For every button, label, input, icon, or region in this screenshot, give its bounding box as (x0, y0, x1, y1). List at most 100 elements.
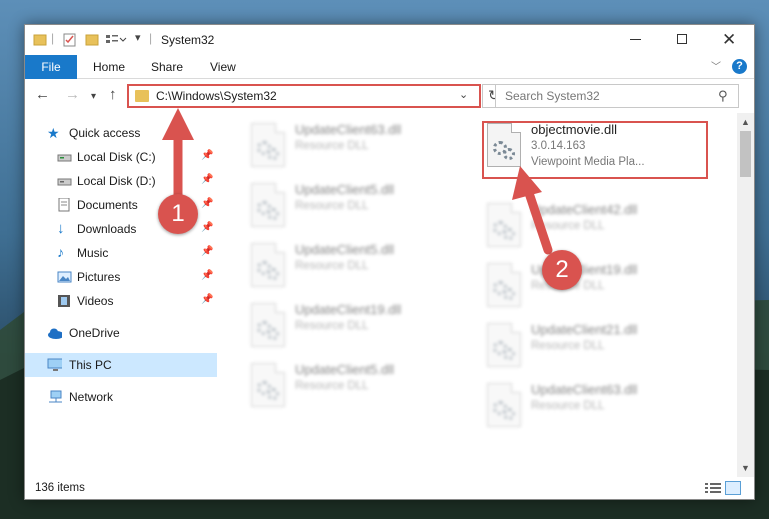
title-bar: | ▾ | System32 ✕ (25, 25, 754, 55)
scroll-up-icon[interactable]: ▲ (741, 117, 750, 127)
toolbar-divider: | (51, 31, 55, 45)
pin-icon[interactable]: 📌 (201, 174, 213, 185)
back-arrow-icon[interactable]: ← (35, 87, 50, 103)
videos-icon (58, 295, 70, 307)
pin-icon[interactable]: 📌 (201, 246, 213, 257)
close-button[interactable]: ✕ (705, 25, 751, 55)
highlight-box (482, 121, 708, 179)
tab-view[interactable]: View (210, 55, 236, 79)
sidebar-item-network[interactable]: Network (25, 385, 217, 409)
item-count: 136 items (35, 482, 85, 494)
chevron-down-icon[interactable]: ⌄ (459, 88, 468, 101)
sidebar-item-label: Documents (77, 198, 138, 212)
sidebar-item-local-disk-d[interactable]: Local Disk (D:) 📌 (25, 169, 217, 193)
file-name: UpdateClient42.dll (531, 202, 638, 217)
step-1-badge: 1 (158, 194, 198, 234)
sidebar-item-quick-access[interactable]: ★ Quick access (25, 121, 217, 145)
close-icon: ✕ (722, 30, 737, 49)
file-explorer-window: | ▾ | System32 ✕ File Home Share View ﹀ … (24, 24, 755, 500)
minimize-button[interactable] (613, 25, 659, 55)
expand-ribbon-icon[interactable]: ﹀ (711, 58, 721, 73)
sidebar-item-local-disk-c[interactable]: Local Disk (C:) 📌 (25, 145, 217, 169)
sidebar-item-label: Pictures (77, 270, 121, 284)
pin-icon[interactable]: 📌 (201, 198, 213, 209)
file-type: Resource DLL (295, 320, 369, 332)
sidebar-item-label: Downloads (77, 222, 137, 236)
file-type: Resource DLL (295, 260, 369, 272)
file-type: Resource DLL (531, 220, 605, 232)
up-arrow-icon[interactable]: ↑ (109, 87, 117, 103)
address-path: C:\Windows\System32 (156, 89, 277, 103)
sidebar-item-label: Local Disk (C:) (77, 150, 156, 164)
file-name: UpdateClient19.dll (295, 302, 402, 317)
documents-icon (58, 198, 70, 212)
scrollbar-thumb[interactable] (740, 131, 751, 177)
sidebar-item-label: Quick access (69, 126, 141, 140)
tab-home[interactable]: Home (93, 55, 125, 79)
tab-file[interactable]: File (25, 55, 77, 79)
computer-icon (47, 358, 62, 371)
scroll-down-icon[interactable]: ▼ (741, 463, 750, 473)
toolbar-divider: | (149, 31, 153, 45)
tab-share[interactable]: Share (151, 55, 183, 79)
music-icon: ♪ (57, 244, 64, 260)
forward-arrow-icon[interactable]: → (65, 87, 80, 103)
recent-locations-icon[interactable]: ▾ (91, 89, 96, 105)
large-icons-view-icon[interactable] (725, 481, 741, 495)
list-item[interactable]: UpdateClient21.dll Resource DLL (479, 317, 709, 373)
sidebar-item-this-pc[interactable]: This PC (25, 353, 217, 377)
file-type: Resource DLL (531, 340, 605, 352)
dll-file-icon (487, 203, 521, 247)
pin-icon[interactable]: 📌 (201, 150, 213, 161)
sidebar-item-label: Videos (77, 294, 114, 308)
dll-file-icon (251, 243, 285, 287)
file-name: UpdateClient63.dll (531, 382, 638, 397)
list-item[interactable]: UpdateClient63.dll Resource DLL (243, 117, 473, 173)
vertical-scrollbar[interactable]: ▲ ▼ (737, 113, 754, 477)
status-bar: 136 items (25, 477, 754, 499)
file-list: UpdateClient63.dll Resource DLL UpdateCl… (217, 113, 737, 473)
pin-icon[interactable]: 📌 (201, 294, 213, 305)
list-item[interactable]: UpdateClient63.dll Resource DLL (479, 377, 709, 433)
minimize-icon (630, 39, 641, 40)
file-name: UpdateClient5.dll (295, 242, 395, 257)
file-type: Resource DLL (531, 400, 605, 412)
file-type: Resource DLL (295, 200, 369, 212)
list-item[interactable]: UpdateClient42.dll Resource DLL (479, 197, 709, 253)
list-item[interactable]: UpdateClient19.dll Resource DLL (479, 257, 709, 313)
dll-file-icon (251, 123, 285, 167)
search-icon: ⚲ (718, 88, 728, 103)
sidebar-item-onedrive[interactable]: OneDrive (25, 321, 217, 345)
customize-toolbar-icon[interactable] (105, 33, 127, 47)
file-name: UpdateClient21.dll (531, 322, 638, 337)
step-2-badge: 2 (542, 250, 582, 290)
quick-access-dropdown-icon[interactable]: ▾ (135, 31, 141, 44)
file-name: UpdateClient5.dll (295, 362, 395, 377)
list-item[interactable]: UpdateClient5.dll Resource DLL (243, 357, 473, 413)
list-item[interactable]: UpdateClient19.dll Resource DLL (243, 297, 473, 353)
dll-file-icon (487, 323, 521, 367)
help-icon[interactable]: ? (732, 59, 747, 74)
file-name: UpdateClient5.dll (295, 182, 395, 197)
sidebar-item-pictures[interactable]: Pictures 📌 (25, 265, 217, 289)
properties-icon[interactable] (63, 33, 77, 47)
details-view-icon[interactable] (705, 482, 721, 494)
maximize-icon (677, 34, 687, 44)
list-item[interactable]: UpdateClient5.dll Resource DLL (243, 177, 473, 233)
ribbon-tabs: File Home Share View ﹀ ? (25, 55, 754, 79)
new-folder-icon[interactable] (85, 33, 99, 47)
cloud-icon (48, 328, 62, 339)
dll-file-icon (487, 383, 521, 427)
maximize-button[interactable] (659, 25, 705, 55)
pin-icon[interactable]: 📌 (201, 270, 213, 281)
address-bar[interactable]: C:\Windows\System32 ⌄ (127, 84, 481, 108)
list-item[interactable]: UpdateClient5.dll Resource DLL (243, 237, 473, 293)
sidebar-item-label: Local Disk (D:) (77, 174, 156, 188)
dll-file-icon (251, 183, 285, 227)
sidebar-item-label: Network (69, 390, 114, 404)
pictures-icon (57, 271, 72, 283)
sidebar-item-music[interactable]: ♪ Music 📌 (25, 241, 217, 265)
sidebar-item-videos[interactable]: Videos 📌 (25, 289, 217, 313)
pin-icon[interactable]: 📌 (201, 222, 213, 233)
search-input[interactable]: Search System32 ⚲ (495, 84, 739, 108)
